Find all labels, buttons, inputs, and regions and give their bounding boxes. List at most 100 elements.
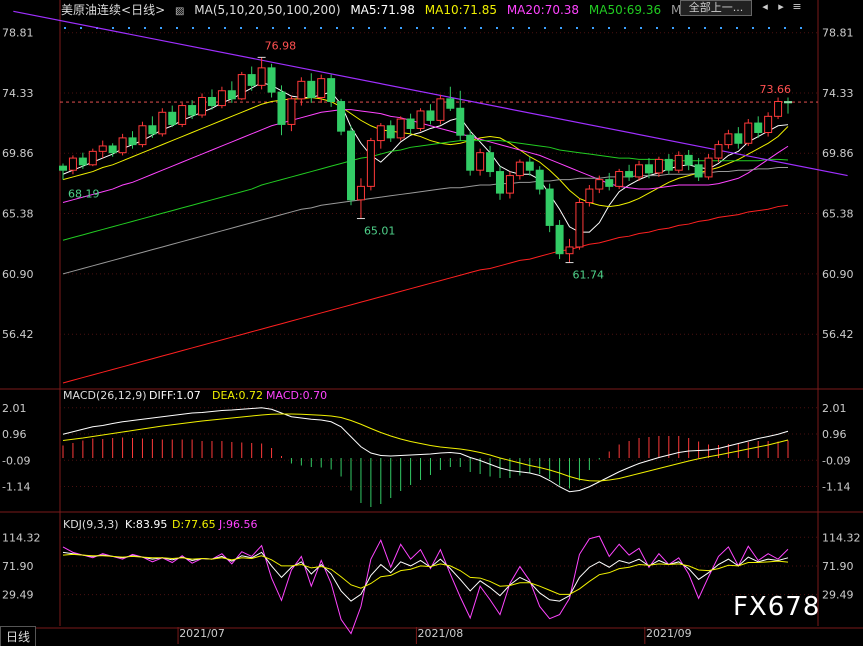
- candle-body: [486, 152, 495, 173]
- marker-dot: [592, 27, 594, 29]
- fx678-watermark: FX678: [733, 592, 821, 622]
- candle-body: [654, 158, 663, 174]
- candle-body: [297, 80, 306, 100]
- candle-body: [356, 185, 365, 201]
- kdj-tick-right: 71.90: [822, 560, 854, 573]
- tab-daily[interactable]: 日线: [0, 626, 37, 646]
- candle-body: [406, 118, 415, 129]
- candle-body: [525, 161, 534, 171]
- marker-dot: [368, 27, 370, 29]
- kdj-tick-left: 114.32: [2, 531, 41, 544]
- candle-body: [376, 125, 385, 142]
- macd-dea-label: DEA:0.72: [212, 389, 263, 402]
- candle-body: [694, 164, 703, 178]
- marker-dot: [464, 27, 466, 29]
- price-tick-left: 69.86: [2, 147, 34, 160]
- ma20-value: MA20:70.38: [506, 3, 580, 17]
- marker-dot: [288, 27, 290, 29]
- candle-body: [774, 101, 783, 117]
- candle-body: [585, 188, 594, 204]
- marker-dot: [176, 27, 178, 29]
- macd-tick-left: -0.09: [2, 454, 30, 467]
- kdj-tick-right: 29.49: [822, 589, 854, 602]
- candle-body: [764, 115, 773, 133]
- candle-body: [227, 90, 236, 100]
- marker-dot: [688, 27, 690, 29]
- marker-dot: [64, 27, 66, 29]
- kdj-tick-left: 71.90: [2, 560, 34, 573]
- symbol-label: 美原油连续: [61, 3, 122, 17]
- candle-body: [237, 74, 246, 100]
- candle-body: [317, 78, 326, 98]
- macd-tick-right: -1.14: [822, 481, 850, 494]
- candle-body: [625, 171, 634, 178]
- marker-dot: [784, 27, 786, 29]
- macd-tick-right: 0.96: [822, 428, 847, 441]
- macd-tick-left: -1.14: [2, 481, 30, 494]
- marker-dot: [720, 27, 722, 29]
- all-prev-button[interactable]: 全部上一...: [680, 0, 752, 16]
- marker-dot: [800, 27, 802, 29]
- kdj-tick-left: 29.49: [2, 589, 34, 602]
- price-tick-right: 74.33: [822, 87, 854, 100]
- marker-dot: [528, 27, 530, 29]
- marker-dot: [192, 27, 194, 29]
- marker-dot: [80, 27, 82, 29]
- chart-canvas: 78.81 78.81 74.33 74.33 69.86 69.86 65.38 65.38…: [0, 0, 863, 644]
- marker-dot: [160, 27, 162, 29]
- candle-body: [495, 171, 504, 194]
- candle-body: [78, 157, 87, 166]
- kdj-tick-right: 114.32: [822, 531, 861, 544]
- marker-dot: [512, 27, 514, 29]
- marker-dot: [352, 27, 354, 29]
- kdj-d-line: [62, 553, 789, 595]
- prev-arrow-icon[interactable]: ◂: [758, 0, 772, 14]
- candle-body: [138, 125, 147, 146]
- macd-tick-right: 2.01: [822, 402, 847, 415]
- candle-body: [128, 137, 137, 146]
- candle-body: [257, 67, 266, 86]
- candle-body: [158, 111, 167, 135]
- marker-dot: [416, 27, 418, 29]
- ma-icon[interactable]: ▨: [175, 6, 184, 17]
- marker-dot: [544, 27, 546, 29]
- candle-body: [664, 158, 673, 171]
- kdj-title: KDJ(9,3,3): [63, 518, 119, 531]
- price-tick-left: 56.42: [2, 328, 34, 341]
- candle-body: [704, 157, 713, 178]
- candle-body: [714, 144, 723, 159]
- candle-body: [108, 145, 117, 154]
- candle-body: [168, 111, 177, 125]
- price-annotation: 76.98: [265, 39, 297, 52]
- price-tick-right: 78.81: [822, 27, 854, 40]
- kdj-d-label: D:77.65: [172, 518, 216, 531]
- candle-body: [595, 179, 604, 190]
- candle-body: [565, 246, 574, 255]
- price-tick-right: 65.38: [822, 208, 854, 221]
- ma200-line: [62, 204, 789, 384]
- marker-dot: [448, 27, 450, 29]
- candle-body: [744, 122, 753, 144]
- marker-dot: [320, 27, 322, 29]
- candle-body: [734, 133, 743, 144]
- macd-tick-left: 0.96: [2, 428, 27, 441]
- candle-body: [148, 125, 157, 135]
- marker-dot: [336, 27, 338, 29]
- candle-body: [198, 96, 207, 116]
- marker-dot: [400, 27, 402, 29]
- marker-dot: [624, 27, 626, 29]
- price-tick-left: 74.33: [2, 87, 34, 100]
- candle-body: [307, 80, 316, 98]
- price-annotation: 65.01: [364, 225, 396, 238]
- menu-icon[interactable]: ≡: [790, 0, 804, 14]
- candle-body: [68, 157, 77, 171]
- macd-value-label: MACD:0.70: [266, 389, 327, 402]
- marker-dot: [736, 27, 738, 29]
- candle-body: [436, 98, 445, 121]
- marker-dot: [256, 27, 258, 29]
- marker-dot: [208, 27, 210, 29]
- ma100-line: [62, 167, 788, 275]
- candle-body: [446, 98, 455, 109]
- next-arrow-icon[interactable]: ▸: [774, 0, 788, 14]
- marker-dot: [704, 27, 706, 29]
